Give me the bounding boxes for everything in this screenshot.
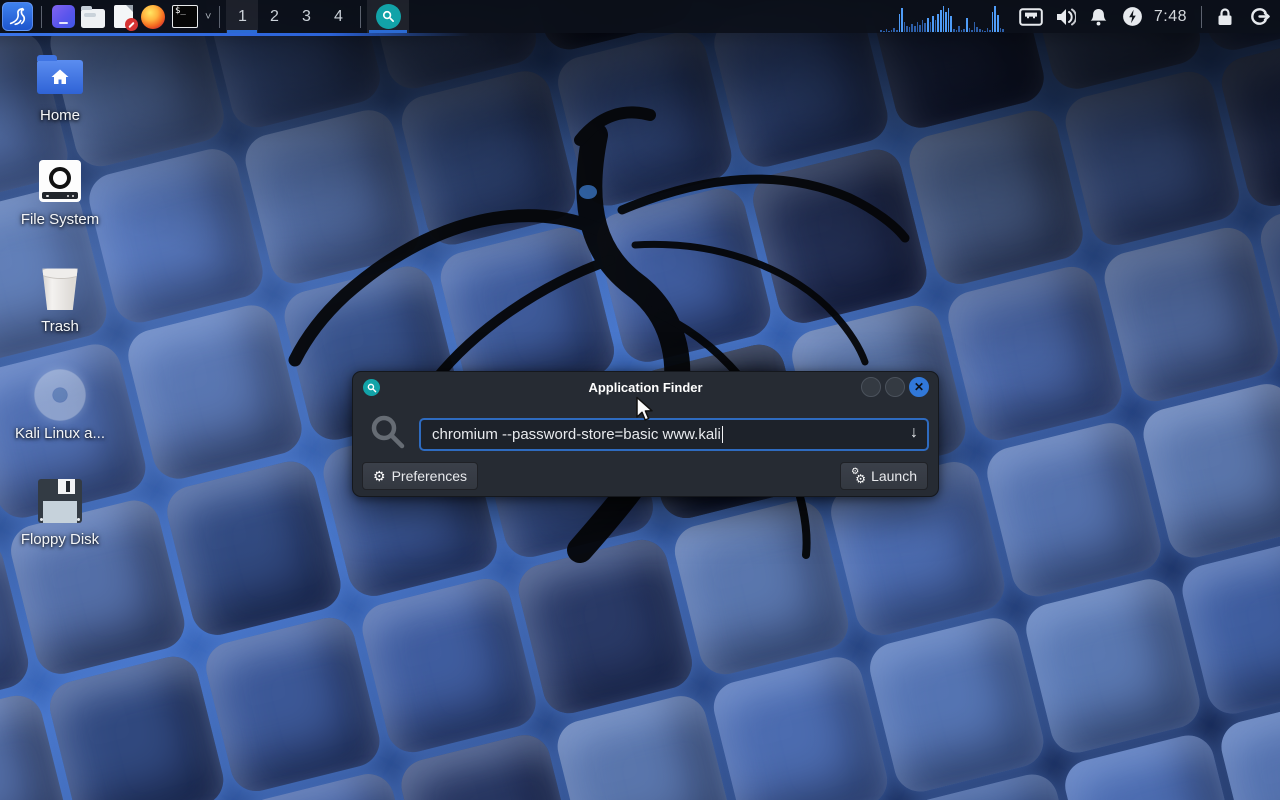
home-folder-icon [37, 60, 83, 94]
search-input[interactable]: chromium --password-store=basic www.kali… [419, 418, 929, 451]
ethernet-icon [1019, 8, 1043, 26]
window-titlebar[interactable]: Application Finder ✕ [353, 372, 938, 403]
panel-separator [41, 6, 42, 28]
close-button[interactable]: ✕ [909, 377, 929, 397]
top-panel: $_ ˅ 1 2 3 4 7:4 [0, 0, 1280, 33]
minimize-button[interactable] [861, 377, 881, 397]
launcher-terminal-emulator[interactable] [48, 2, 78, 32]
power-lightning-icon [1122, 6, 1143, 27]
panel-separator [219, 6, 220, 28]
launch-button-label: Launch [871, 468, 917, 484]
desktop-icon-label: File System [12, 211, 108, 228]
panel-separator [1201, 6, 1202, 28]
lock-screen-button[interactable] [1208, 0, 1242, 33]
desktop-icon-label: Home [12, 107, 108, 124]
firefox-icon [141, 5, 165, 29]
home-icon [50, 68, 70, 86]
workspace-1-button[interactable]: 1 [226, 0, 258, 33]
applications-menu-button[interactable] [2, 2, 33, 31]
desktop-icon-label: Trash [12, 318, 108, 335]
workspace-4-button[interactable]: 4 [322, 0, 354, 33]
text-editor-icon [114, 5, 133, 28]
desktop-icon-label: Floppy Disk [12, 531, 108, 548]
logout-button[interactable] [1242, 0, 1276, 33]
application-finder-icon [376, 4, 401, 29]
file-system-drive-icon [39, 160, 81, 202]
application-finder-taskbar-button[interactable] [367, 0, 409, 33]
cd-disc-icon [34, 369, 86, 421]
panel-separator [360, 6, 361, 28]
desktop-icon-kali-linux-disc[interactable]: Kali Linux a... [12, 367, 108, 442]
desktop-icon-trash[interactable]: Trash [12, 260, 108, 335]
dropdown-terminal-icon: $_ [172, 5, 198, 28]
lock-icon [1216, 7, 1234, 27]
search-input-value: chromium --password-store=basic www.kali [432, 426, 721, 443]
launcher-text-editor[interactable] [108, 2, 138, 32]
speaker-icon [1054, 7, 1076, 27]
gear-icon: ⚙ [373, 469, 386, 483]
kali-logo-icon [7, 6, 29, 28]
preferences-button-label: Preferences [392, 468, 467, 484]
network-connection-tray-icon[interactable] [1014, 0, 1048, 33]
desktop-icon-floppy-disk[interactable]: Floppy Disk [12, 473, 108, 548]
launch-gears-icon: ⚙⚙ [851, 469, 865, 484]
desktop-icon-home[interactable]: Home [12, 49, 108, 124]
logout-icon [1249, 6, 1270, 27]
launcher-file-manager[interactable] [78, 2, 108, 32]
application-finder-window: Application Finder ✕ chromium --password… [352, 371, 939, 497]
notifications-tray-icon[interactable] [1082, 0, 1116, 33]
workspace-2-button[interactable]: 2 [258, 0, 290, 33]
power-manager-tray-icon[interactable] [1116, 0, 1150, 33]
trash-icon [40, 266, 80, 310]
file-manager-icon [81, 9, 105, 28]
text-caret [722, 426, 724, 443]
preferences-button[interactable]: ⚙ Preferences [362, 462, 478, 490]
launch-button[interactable]: ⚙⚙ Launch [840, 462, 928, 490]
launcher-dropdown-terminal[interactable]: $_ [168, 2, 202, 32]
history-dropdown-arrow-icon[interactable]: ↓ [910, 424, 918, 442]
launcher-web-browser[interactable] [138, 2, 168, 32]
terminal-emulator-icon [52, 5, 75, 28]
desktop-icon-file-system[interactable]: File System [12, 153, 108, 228]
network-monitor-graph[interactable] [880, 1, 1004, 32]
volume-tray-icon[interactable] [1048, 0, 1082, 33]
search-icon [369, 413, 407, 451]
desktop-icon-label: Kali Linux a... [12, 425, 108, 442]
application-finder-title-icon [363, 379, 380, 396]
floppy-disk-icon [38, 479, 82, 523]
chevron-down-icon[interactable]: ˅ [205, 11, 211, 23]
maximize-button[interactable] [885, 377, 905, 397]
workspace-3-button[interactable]: 3 [290, 0, 322, 33]
window-title: Application Finder [353, 380, 938, 395]
bell-icon [1089, 7, 1108, 27]
panel-clock[interactable]: 7:48 [1150, 8, 1195, 26]
